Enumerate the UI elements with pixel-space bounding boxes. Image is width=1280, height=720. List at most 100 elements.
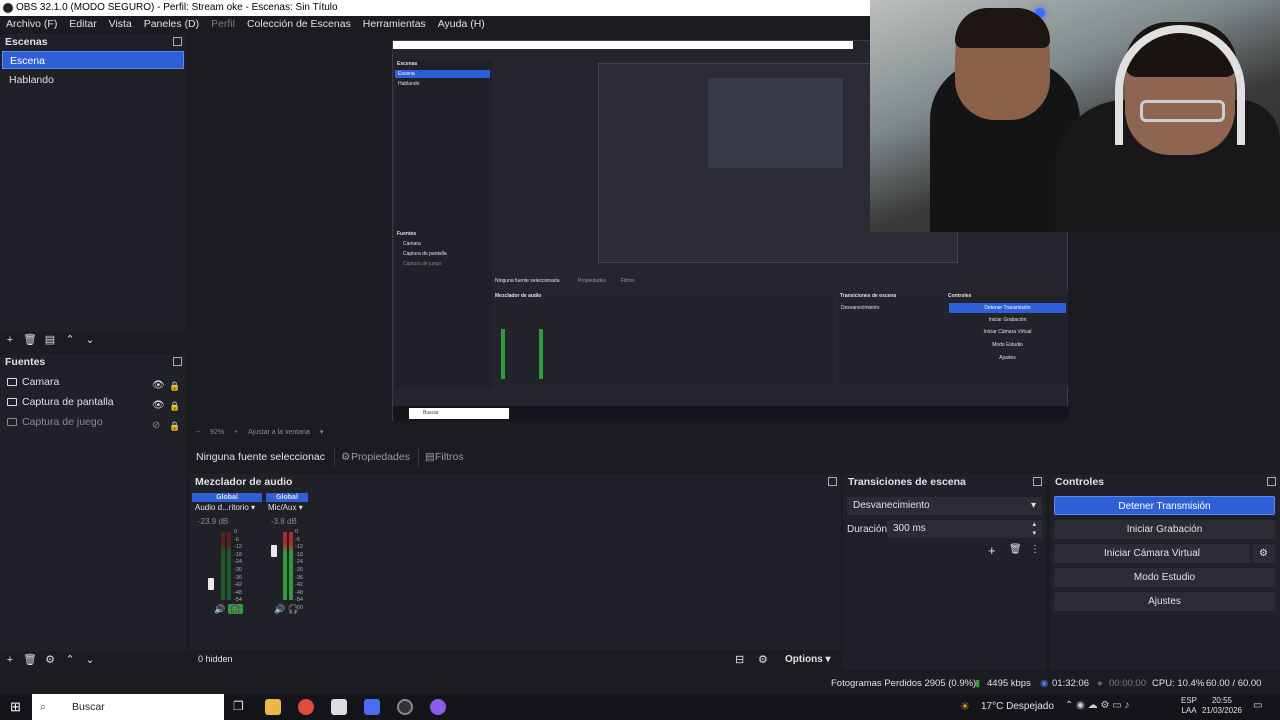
- chevron-down-icon: ▾: [251, 503, 256, 512]
- gear-icon[interactable]: ⚙: [40, 651, 60, 669]
- options-button[interactable]: Options ▾: [785, 654, 831, 665]
- trash-icon[interactable]: 🗑: [20, 331, 40, 349]
- menu-paneles[interactable]: Paneles (D): [144, 18, 199, 30]
- taskbar-search[interactable]: ⌕ Buscar: [32, 694, 224, 720]
- scene-item-hablando[interactable]: Hablando: [2, 71, 184, 89]
- weather-text[interactable]: 17°C Despejado: [981, 701, 1054, 712]
- stream-icon: ◉: [1040, 678, 1049, 689]
- zoom-in-icon[interactable]: +: [234, 429, 238, 436]
- menu-ayuda[interactable]: Ayuda (H): [438, 18, 485, 30]
- trash-icon[interactable]: 🗑: [20, 651, 40, 669]
- zoom-fit[interactable]: Ajustar a la ventana: [248, 429, 310, 436]
- speaker-icon[interactable]: 🔊: [214, 604, 225, 614]
- record-time: 00:00:00: [1109, 678, 1146, 689]
- nested-meter: [501, 329, 505, 379]
- dock-float-icon[interactable]: [173, 357, 182, 366]
- file-explorer-icon[interactable]: [265, 699, 281, 715]
- sources-toolbar-bottom: + 🗑 ⚙ ⌃ ⌄: [0, 651, 188, 669]
- lock-icon[interactable]: 🔒: [169, 416, 180, 436]
- task-view-icon[interactable]: ❐: [233, 699, 244, 713]
- volume-slider[interactable]: [271, 545, 277, 557]
- stream-time: 01:32:06: [1052, 678, 1089, 689]
- search-icon: ⌕: [40, 701, 46, 713]
- transition-select[interactable]: Desvanecimiento ▾: [847, 497, 1042, 515]
- obs-icon[interactable]: [397, 699, 413, 715]
- down-icon[interactable]: ⌄: [80, 651, 100, 669]
- dock-float-icon[interactable]: [173, 37, 182, 46]
- down-icon[interactable]: ⌄: [80, 331, 100, 349]
- add-icon[interactable]: +: [0, 651, 20, 669]
- headphones: [1115, 25, 1245, 145]
- filter-icon[interactable]: ▤: [40, 331, 60, 349]
- speaker-icon[interactable]: 🔊: [274, 604, 285, 614]
- windows-taskbar: ⊞ ⌕ Buscar ❐ ☀ 17°C Despejado ⌃ ◉ ☁ ⚙ ▭ …: [0, 694, 1280, 720]
- notification-icon[interactable]: ▭: [1253, 700, 1262, 711]
- menu-perfil[interactable]: Perfil: [211, 18, 235, 30]
- nested-properties: Propiedades: [578, 278, 607, 284]
- channel-name-text: Mic/Aux: [268, 503, 297, 512]
- layout-icon[interactable]: ⊟: [735, 653, 744, 666]
- source-item-captura-juego[interactable]: Captura de juego ⊘ 🔒: [0, 412, 186, 432]
- headphones-icon[interactable]: 🎧: [227, 604, 243, 614]
- more-icon[interactable]: ⋮: [1030, 544, 1040, 555]
- discord-icon[interactable]: [430, 699, 446, 715]
- up-icon[interactable]: ⌃: [60, 651, 80, 669]
- dock-float-icon[interactable]: [1033, 477, 1042, 486]
- windows-start-icon[interactable]: ⊞: [10, 699, 21, 715]
- transition-value: Desvanecimiento: [853, 500, 930, 511]
- channel-name[interactable]: Mic/Aux ▾: [268, 503, 303, 512]
- tray-icons[interactable]: ⌃ ◉ ☁ ⚙ ▭ ♪: [1065, 700, 1129, 711]
- language-indicator[interactable]: ESP LAA: [1181, 696, 1197, 716]
- nested-filters: Filtros: [621, 278, 635, 284]
- add-transition-icon[interactable]: +: [988, 543, 996, 558]
- menu-editar[interactable]: Editar: [69, 18, 96, 30]
- chevron-down-icon[interactable]: ▾: [320, 429, 324, 436]
- menu-archivo[interactable]: Archivo (F): [6, 18, 57, 30]
- app-icon[interactable]: [364, 699, 380, 715]
- scene-item-escena[interactable]: Escena: [2, 51, 184, 69]
- db-scale: 0-6-12-18-24-30-36-42-48-54-60: [295, 529, 303, 611]
- nested-ctrl-button: Ajustes: [999, 355, 1016, 361]
- virtual-cam-gear-icon[interactable]: ⚙: [1252, 544, 1275, 563]
- menu-herramientas[interactable]: Herramientas: [363, 18, 426, 30]
- zoom-level: 92%: [210, 429, 225, 436]
- clock[interactable]: 20:55 21/03/2026: [1201, 696, 1243, 716]
- eye-hidden-icon[interactable]: ⊘: [152, 416, 160, 436]
- settings-button[interactable]: Ajustes: [1054, 592, 1275, 611]
- spin-arrows-icon: ▴ ▾: [1032, 521, 1036, 537]
- nested-mixer: Mezclador de audio: [493, 291, 833, 386]
- source-label: Captura de juego: [22, 416, 103, 428]
- start-recording-button[interactable]: Iniciar Grabación: [1054, 520, 1275, 539]
- channel-header: Global: [192, 493, 262, 502]
- up-icon[interactable]: ⌃: [60, 331, 80, 349]
- zoom-out-icon[interactable]: −: [196, 429, 200, 436]
- channel-name-text: Audio d...ritorio: [195, 503, 249, 512]
- store-icon[interactable]: [331, 699, 347, 715]
- mixer-gear-icon[interactable]: ⚙: [758, 653, 768, 666]
- stop-stream-button[interactable]: Detener Transmisión: [1054, 496, 1275, 515]
- headphones-icon[interactable]: 🎧: [288, 604, 299, 614]
- start-virtual-cam-button[interactable]: Iniciar Cámara Virtual: [1054, 544, 1250, 563]
- duration-spinbox[interactable]: 300 ms ▴ ▾: [887, 520, 1042, 538]
- nested-ctrl-button: Modo Estudio: [992, 342, 1023, 348]
- menu-coleccion[interactable]: Colección de Escenas: [247, 18, 351, 30]
- menu-vista[interactable]: Vista: [109, 18, 132, 30]
- status-bar: Fotogramas Perdidos 2905 (0.9%) ▮ 4495 k…: [0, 675, 1280, 707]
- trash-icon[interactable]: 🗑: [1009, 544, 1022, 555]
- channel-name[interactable]: Audio d...ritorio ▾: [195, 503, 255, 512]
- add-icon[interactable]: +: [0, 331, 20, 349]
- chrome-icon[interactable]: [298, 699, 314, 715]
- glasses: [1140, 100, 1225, 122]
- properties-button[interactable]: ⚙ Propiedades: [334, 447, 410, 467]
- source-item-captura-pantalla[interactable]: Captura de pantalla 👁 🔒: [0, 392, 186, 412]
- nested-stop-stream-button: Detener Transmisión: [949, 303, 1066, 313]
- source-item-camara[interactable]: Camara 👁 🔒: [0, 372, 186, 392]
- nested-ctrl-button: Iniciar Grabación: [988, 317, 1027, 323]
- filters-button[interactable]: ▤ Filtros: [418, 447, 464, 467]
- dock-float-icon[interactable]: [1267, 477, 1276, 486]
- dock-float-icon[interactable]: [828, 477, 837, 486]
- volume-slider[interactable]: [208, 578, 214, 590]
- studio-mode-button[interactable]: Modo Estudio: [1054, 568, 1275, 587]
- scenes-toolbar: + 🗑 ▤ ⌃ ⌄: [0, 331, 186, 349]
- nested-title-bar: [393, 41, 853, 49]
